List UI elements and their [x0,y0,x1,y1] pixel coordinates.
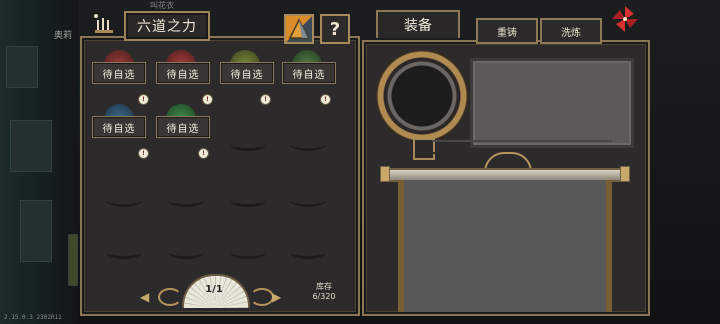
version-label: 2.15.0.3 2302R11 [4,314,62,321]
page-number: 1/1 [205,284,223,295]
tab-equipment[interactable]: 装备 [376,10,460,38]
empty-slot[interactable] [106,194,142,207]
scroll-knob-icon [380,166,390,182]
empty-slot[interactable] [290,194,326,207]
slot-select-button[interactable]: 待自选 [220,62,274,84]
background-left-scenery [0,0,78,324]
empty-slot[interactable] [230,194,266,207]
swirl-deco-icon [250,288,274,306]
page-selector: ◀ 1/1 ▶ [140,274,281,310]
tab-reforge[interactable]: 重铸 [476,18,538,44]
empty-slot[interactable] [290,246,326,259]
stock-label: 库存 [316,282,332,291]
player-name-top: 叫花衣 [150,1,174,10]
alert-badge-icon: ! [198,148,209,159]
scroll-knob-icon [620,166,630,182]
tab-refine[interactable]: 洗炼 [540,18,602,44]
pinwheel-close-icon[interactable] [610,4,640,34]
alert-badge-icon: ! [320,94,331,105]
description-scroll [398,180,612,312]
prev-page-button[interactable]: ◀ [140,290,149,304]
scenery-pillar [68,234,78,286]
slot-select-button[interactable]: 待自选 [156,116,210,138]
empty-slot[interactable] [230,138,266,151]
alert-badge-icon: ! [260,94,271,105]
help-button[interactable]: ? [320,14,350,44]
equipment-info-box [470,58,634,148]
slot-select-button[interactable]: 待自选 [92,116,146,138]
stock-counter: 库存 6/320 [306,282,342,302]
next-page-button[interactable]: ▶ [272,290,281,304]
alert-badge-icon: ! [138,148,149,159]
slot-select-button[interactable]: 待自选 [282,62,336,84]
scenery-block [6,46,38,88]
info-box-underline [432,140,612,154]
empty-slot[interactable] [168,246,204,259]
scenery-block [10,120,52,172]
empty-slot[interactable] [106,246,142,259]
alert-badge-icon: ! [202,94,213,105]
scenery-block [20,200,52,262]
panel-title: 六道之力 [124,11,210,41]
incense-deco-icon [94,14,113,33]
gem-sort-button[interactable] [284,14,314,44]
empty-slot[interactable] [168,194,204,207]
stock-value: 6/320 [312,292,336,301]
gem-shard-icon [288,18,310,39]
alert-badge-icon: ! [138,94,149,105]
slot-select-button[interactable]: 待自选 [156,62,210,84]
slot-grid: 待自选 ! 待自选 ! 待自选 ! 待自选 ! 待自选 ! 待自选 ! [92,50,348,280]
swirl-deco-icon [158,288,182,306]
slot-select-button[interactable]: 待自选 [92,62,146,84]
empty-slot[interactable] [230,246,266,259]
player-name-left: 奥莉 [54,31,73,41]
empty-slot[interactable] [290,138,326,151]
equipment-ring-slot[interactable] [376,50,468,142]
